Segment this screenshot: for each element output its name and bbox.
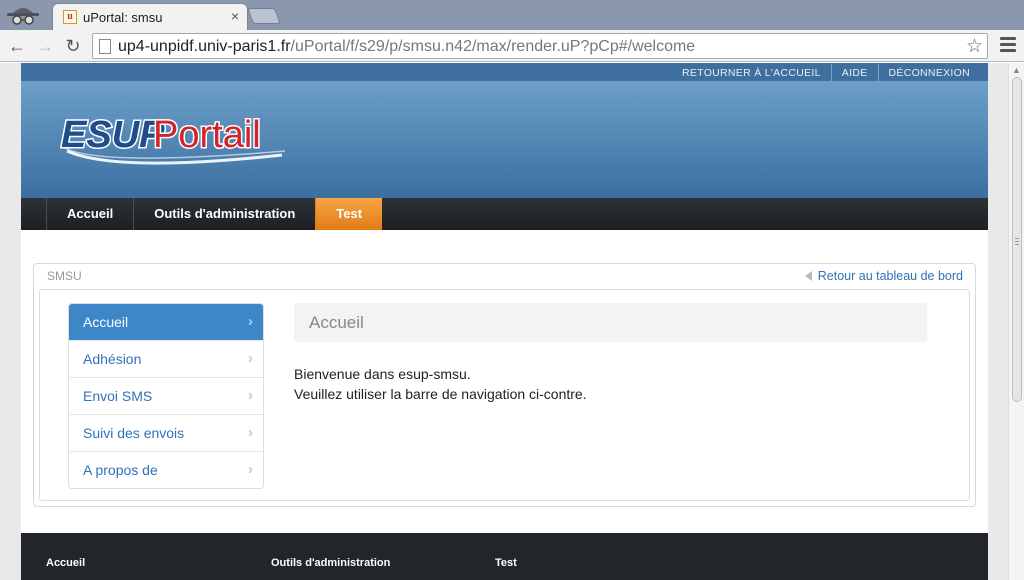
logo-text-portail: Portail bbox=[153, 114, 261, 156]
sidenav-item-label: Envoi SMS bbox=[83, 388, 153, 404]
footer-link-test[interactable]: Test bbox=[495, 557, 517, 569]
back-to-dashboard-link[interactable]: Retour au tableau de bord bbox=[804, 269, 963, 283]
sidenav-item-label: A propos de bbox=[83, 462, 158, 478]
nav-tab-outils-administration[interactable]: Outils d'administration bbox=[133, 198, 315, 230]
bookmark-star-icon[interactable]: ☆ bbox=[966, 35, 983, 58]
utility-bar: RETOURNER À L'ACCUEIL AIDE DÉCONNEXION bbox=[21, 63, 988, 82]
scroll-grip-icon bbox=[1015, 238, 1019, 247]
logo-text-esup: ESUP bbox=[61, 114, 165, 156]
page-viewport: RETOURNER À L'ACCUEIL AIDE DÉCONNEXION ESU… bbox=[0, 63, 1008, 580]
esup-portail-logo[interactable]: ESUP Portail bbox=[57, 103, 291, 175]
chevron-right-icon: › bbox=[248, 387, 253, 404]
portal-page: RETOURNER À L'ACCUEIL AIDE DÉCONNEXION ESU… bbox=[21, 63, 988, 580]
portlet-body: Accueil › Adhésion › Envoi SMS › Suivi des … bbox=[39, 289, 970, 501]
scroll-up-arrow-icon[interactable]: ▲ bbox=[1012, 65, 1021, 75]
sidenav-item-suivi-envois[interactable]: Suivi des envois › bbox=[69, 415, 263, 452]
nav-tab-accueil[interactable]: Accueil bbox=[46, 198, 133, 230]
portlet-title: SMSU bbox=[47, 269, 82, 283]
sidenav-item-label: Accueil bbox=[83, 314, 129, 330]
welcome-text: Bienvenue dans esup-smsu. Veuillez utili… bbox=[294, 364, 587, 404]
page-icon bbox=[99, 39, 111, 54]
scrollbar-thumb[interactable] bbox=[1012, 77, 1022, 402]
sidenav-item-label: Suivi des envois bbox=[83, 425, 185, 441]
sidenav-item-a-propos[interactable]: A propos de › bbox=[69, 452, 263, 488]
chevron-right-icon: › bbox=[248, 313, 253, 330]
logout-link[interactable]: DÉCONNEXION bbox=[877, 64, 980, 82]
new-tab-button[interactable] bbox=[247, 8, 281, 24]
back-link-label: Retour au tableau de bord bbox=[817, 269, 963, 283]
address-bar[interactable]: up4-unpidf.univ-paris1.fr/uPortal/f/s29/… bbox=[92, 33, 988, 59]
content-heading: Accueil bbox=[294, 303, 927, 342]
back-arrow-icon[interactable]: ← bbox=[6, 35, 28, 57]
footer-link-accueil[interactable]: Accueil bbox=[46, 557, 85, 569]
home-link[interactable]: RETOURNER À L'ACCUEIL bbox=[672, 64, 831, 82]
sidenav-item-adhesion[interactable]: Adhésion › bbox=[69, 341, 263, 378]
sidenav-item-envoi-sms[interactable]: Envoi SMS › bbox=[69, 378, 263, 415]
chevron-right-icon: › bbox=[248, 424, 253, 441]
uportal-favicon-icon: u bbox=[63, 10, 77, 24]
nav-tab-test[interactable]: Test bbox=[315, 198, 383, 230]
footer-link-outils-administration[interactable]: Outils d'administration bbox=[271, 557, 390, 569]
chevron-right-icon: › bbox=[248, 461, 253, 478]
browser-toolbar: ← → ↻ up4-unpidf.univ-paris1.fr/uPortal/… bbox=[0, 30, 1024, 62]
page-scrollbar[interactable]: ▲ bbox=[1008, 63, 1024, 580]
side-navigation: Accueil › Adhésion › Envoi SMS › Suivi des … bbox=[68, 303, 264, 489]
incognito-icon bbox=[7, 8, 39, 25]
tab-title: uPortal: smsu bbox=[83, 10, 163, 25]
chevron-right-icon: › bbox=[248, 350, 253, 367]
welcome-line-1: Bienvenue dans esup-smsu. bbox=[294, 366, 471, 382]
url-text: up4-unpidf.univ-paris1.fr/uPortal/f/s29/… bbox=[118, 38, 695, 56]
browser-menu-icon[interactable] bbox=[1000, 37, 1016, 55]
sidenav-item-label: Adhésion bbox=[83, 351, 142, 367]
smsu-portlet: SMSU Retour au tableau de bord Accueil › … bbox=[33, 263, 976, 507]
browser-tab-strip: u uPortal: smsu × bbox=[0, 0, 1024, 30]
welcome-line-2: Veuillez utiliser la barre de navigation… bbox=[294, 386, 587, 402]
back-arrow-icon bbox=[804, 271, 812, 281]
forward-arrow-icon[interactable]: → bbox=[34, 35, 56, 57]
banner: ESUP Portail bbox=[21, 81, 988, 198]
footer: Accueil Outils d'administration Test bbox=[21, 533, 988, 580]
main-navigation: Accueil Outils d'administration Test bbox=[21, 198, 988, 230]
reload-icon[interactable]: ↻ bbox=[62, 35, 84, 57]
sidenav-item-accueil[interactable]: Accueil › bbox=[69, 304, 263, 341]
close-tab-icon[interactable]: × bbox=[231, 8, 239, 24]
url-host: up4-unpidf.univ-paris1.fr bbox=[118, 38, 291, 55]
browser-tab[interactable]: u uPortal: smsu × bbox=[52, 3, 248, 30]
help-link[interactable]: AIDE bbox=[830, 64, 878, 82]
url-path: /uPortal/f/s29/p/smsu.n42/max/render.uP?… bbox=[290, 38, 696, 55]
